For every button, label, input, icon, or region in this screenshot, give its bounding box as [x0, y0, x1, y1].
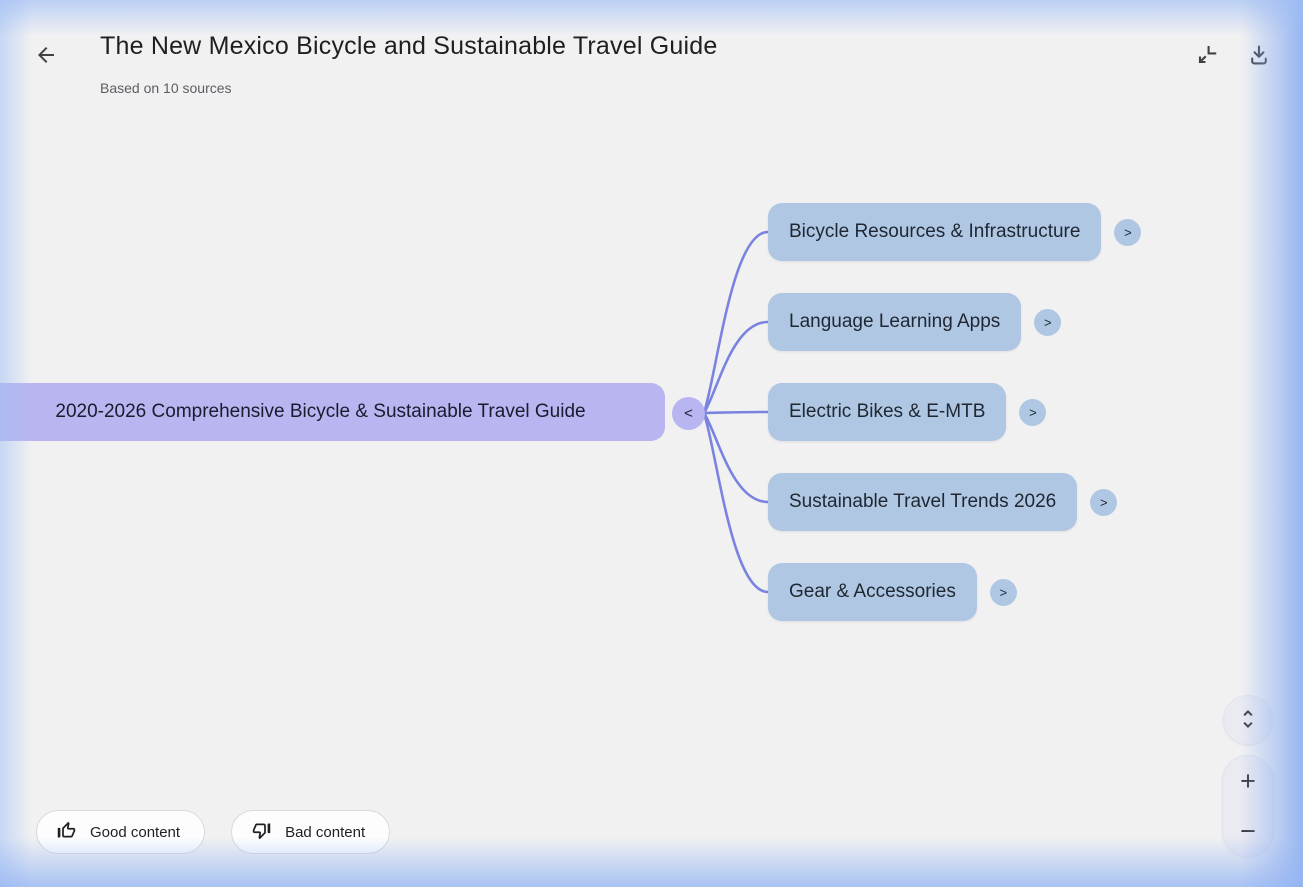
- mindmap-child-node[interactable]: Language Learning Apps: [768, 293, 1021, 351]
- child-node-row: Language Learning Apps >: [768, 293, 1061, 351]
- unfold-more-icon: [1236, 707, 1260, 734]
- expand-node-button[interactable]: >: [1090, 489, 1117, 516]
- zoom-control: + −: [1222, 755, 1274, 857]
- expand-node-button[interactable]: >: [990, 579, 1017, 606]
- bad-content-button[interactable]: Bad content: [231, 810, 390, 854]
- thumb-up-icon: [56, 820, 77, 845]
- zoom-out-button[interactable]: −: [1223, 806, 1273, 856]
- mindmap-child-node[interactable]: Bicycle Resources & Infrastructure: [768, 203, 1101, 261]
- mindmap-root-node[interactable]: 2020-2026 Comprehensive Bicycle & Sustai…: [0, 383, 665, 441]
- bad-content-label: Bad content: [285, 824, 365, 841]
- child-node-row: Sustainable Travel Trends 2026 >: [768, 473, 1117, 531]
- download-icon: [1247, 43, 1271, 70]
- fit-view-button[interactable]: [1223, 695, 1273, 745]
- expand-node-button[interactable]: >: [1114, 219, 1141, 246]
- mindmap-child-node[interactable]: Electric Bikes & E-MTB: [768, 383, 1006, 441]
- thumb-down-icon: [251, 820, 272, 845]
- connector-lines: [0, 0, 1303, 887]
- good-content-label: Good content: [90, 824, 180, 841]
- mindmap-child-node[interactable]: Gear & Accessories: [768, 563, 977, 621]
- close-fullscreen-icon: [1195, 43, 1219, 70]
- expand-node-button[interactable]: >: [1019, 399, 1046, 426]
- collapse-fullscreen-button[interactable]: [1192, 41, 1222, 71]
- child-node-row: Gear & Accessories >: [768, 563, 1017, 621]
- good-content-button[interactable]: Good content: [36, 810, 205, 854]
- expand-node-button[interactable]: >: [1034, 309, 1061, 336]
- root-collapse-button[interactable]: <: [672, 397, 705, 430]
- header-actions: [1192, 41, 1274, 71]
- zoom-in-button[interactable]: +: [1223, 756, 1273, 806]
- feedback-bar: Good content Bad content: [36, 810, 390, 854]
- mindmap-canvas[interactable]: 2020-2026 Comprehensive Bicycle & Sustai…: [0, 0, 1303, 887]
- child-node-row: Electric Bikes & E-MTB >: [768, 383, 1046, 441]
- download-button[interactable]: [1244, 41, 1274, 71]
- mindmap-child-node[interactable]: Sustainable Travel Trends 2026: [768, 473, 1077, 531]
- child-node-row: Bicycle Resources & Infrastructure >: [768, 203, 1141, 261]
